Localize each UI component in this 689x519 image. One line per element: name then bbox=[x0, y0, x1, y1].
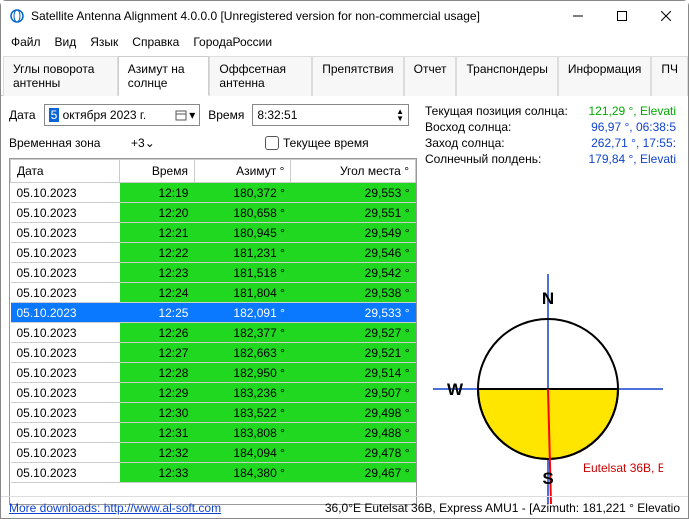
current-time-label: Текущее время bbox=[283, 136, 369, 150]
menu-cities[interactable]: ГородаРоссии bbox=[193, 35, 272, 49]
table-row[interactable]: 05.10.202312:31183,808 °29,488 ° bbox=[11, 423, 416, 443]
svg-text:N: N bbox=[542, 289, 554, 308]
current-time-checkbox[interactable] bbox=[265, 136, 279, 150]
col-azimuth[interactable]: Азимут ° bbox=[194, 160, 290, 183]
tab-angles[interactable]: Углы поворота антенны bbox=[3, 56, 118, 96]
col-time[interactable]: Время bbox=[120, 160, 195, 183]
close-button[interactable] bbox=[644, 1, 688, 31]
status-satellite: 36,0°E Eutelsat 36B, Express AMU1 - [Azi… bbox=[325, 501, 680, 515]
compass-chart: N W S Eutelsat 36B, Express AMU bbox=[433, 274, 663, 504]
table-row[interactable]: 05.10.202312:26182,377 °29,527 ° bbox=[11, 323, 416, 343]
tab-info[interactable]: Информация bbox=[558, 56, 651, 96]
status-bar: More downloads: http://www.al-soft.com 3… bbox=[1, 496, 688, 518]
app-icon bbox=[9, 8, 25, 24]
col-elevation[interactable]: Угол места ° bbox=[291, 160, 416, 183]
date-label: Дата bbox=[9, 108, 36, 122]
tab-offset[interactable]: Оффсетная антенна bbox=[209, 56, 312, 96]
table-row[interactable]: 05.10.202312:21180,945 °29,549 ° bbox=[11, 223, 416, 243]
maximize-button[interactable] bbox=[600, 1, 644, 31]
time-spinner[interactable]: ▲▼ bbox=[396, 108, 404, 122]
satellite-label: Eutelsat 36B, Express AMU bbox=[583, 461, 663, 475]
table-row[interactable]: 05.10.202312:23181,518 °29,542 ° bbox=[11, 263, 416, 283]
timezone-select[interactable]: +3⌄ bbox=[131, 136, 221, 150]
table-row[interactable]: 05.10.202312:33184,380 °29,467 ° bbox=[11, 463, 416, 483]
sun-info: Текущая позиция солнца:121,29 °, Elevati… bbox=[423, 104, 682, 166]
chevron-down-icon: ⌄ bbox=[145, 136, 155, 150]
sun-table[interactable]: Дата Время Азимут ° Угол места ° 05.10.2… bbox=[9, 158, 417, 505]
table-row[interactable]: 05.10.202312:27182,663 °29,521 ° bbox=[11, 343, 416, 363]
table-row[interactable]: 05.10.202312:22181,231 °29,546 ° bbox=[11, 243, 416, 263]
table-row[interactable]: 05.10.202312:24181,804 °29,538 ° bbox=[11, 283, 416, 303]
tab-sun-azimuth[interactable]: Азимут на солнце bbox=[118, 56, 210, 96]
menu-help[interactable]: Справка bbox=[132, 35, 179, 49]
date-picker[interactable]: 5 октября 2023 г. ▾ bbox=[44, 104, 201, 126]
tab-if[interactable]: ПЧ bbox=[651, 56, 688, 96]
col-date[interactable]: Дата bbox=[11, 160, 120, 183]
menu-bar: Файл Вид Язык Справка ГородаРоссии bbox=[1, 31, 688, 55]
calendar-icon[interactable]: ▾ bbox=[175, 108, 195, 122]
menu-lang[interactable]: Язык bbox=[90, 35, 118, 49]
table-row[interactable]: 05.10.202312:19180,372 °29,553 ° bbox=[11, 183, 416, 203]
download-link[interactable]: More downloads: http://www.al-soft.com bbox=[9, 501, 221, 515]
table-row[interactable]: 05.10.202312:29183,236 °29,507 ° bbox=[11, 383, 416, 403]
table-row[interactable]: 05.10.202312:20180,658 °29,551 ° bbox=[11, 203, 416, 223]
menu-view[interactable]: Вид bbox=[55, 35, 77, 49]
tab-transponders[interactable]: Транспондеры bbox=[456, 56, 557, 96]
menu-file[interactable]: Файл bbox=[11, 35, 41, 49]
tab-obstacles[interactable]: Препятствия bbox=[312, 56, 403, 96]
svg-text:W: W bbox=[447, 380, 464, 399]
table-row[interactable]: 05.10.202312:30183,522 °29,498 ° bbox=[11, 403, 416, 423]
tab-report[interactable]: Отчет bbox=[404, 56, 457, 96]
time-label: Время bbox=[208, 108, 244, 122]
time-picker[interactable]: 8:32:51 ▲▼ bbox=[252, 104, 409, 126]
window-title: Satellite Antenna Alignment 4.0.0.0 [Unr… bbox=[31, 9, 556, 23]
table-row[interactable]: 05.10.202312:32184,094 °29,478 ° bbox=[11, 443, 416, 463]
tab-bar: Углы поворота антенны Азимут на солнце О… bbox=[1, 55, 688, 96]
svg-text:S: S bbox=[542, 469, 553, 488]
title-bar: Satellite Antenna Alignment 4.0.0.0 [Unr… bbox=[1, 1, 688, 31]
minimize-button[interactable] bbox=[556, 1, 600, 31]
table-row[interactable]: 05.10.202312:28182,950 °29,514 ° bbox=[11, 363, 416, 383]
timezone-label: Временная зона bbox=[9, 136, 117, 150]
table-row[interactable]: 05.10.202312:25182,091 °29,533 ° bbox=[11, 303, 416, 323]
